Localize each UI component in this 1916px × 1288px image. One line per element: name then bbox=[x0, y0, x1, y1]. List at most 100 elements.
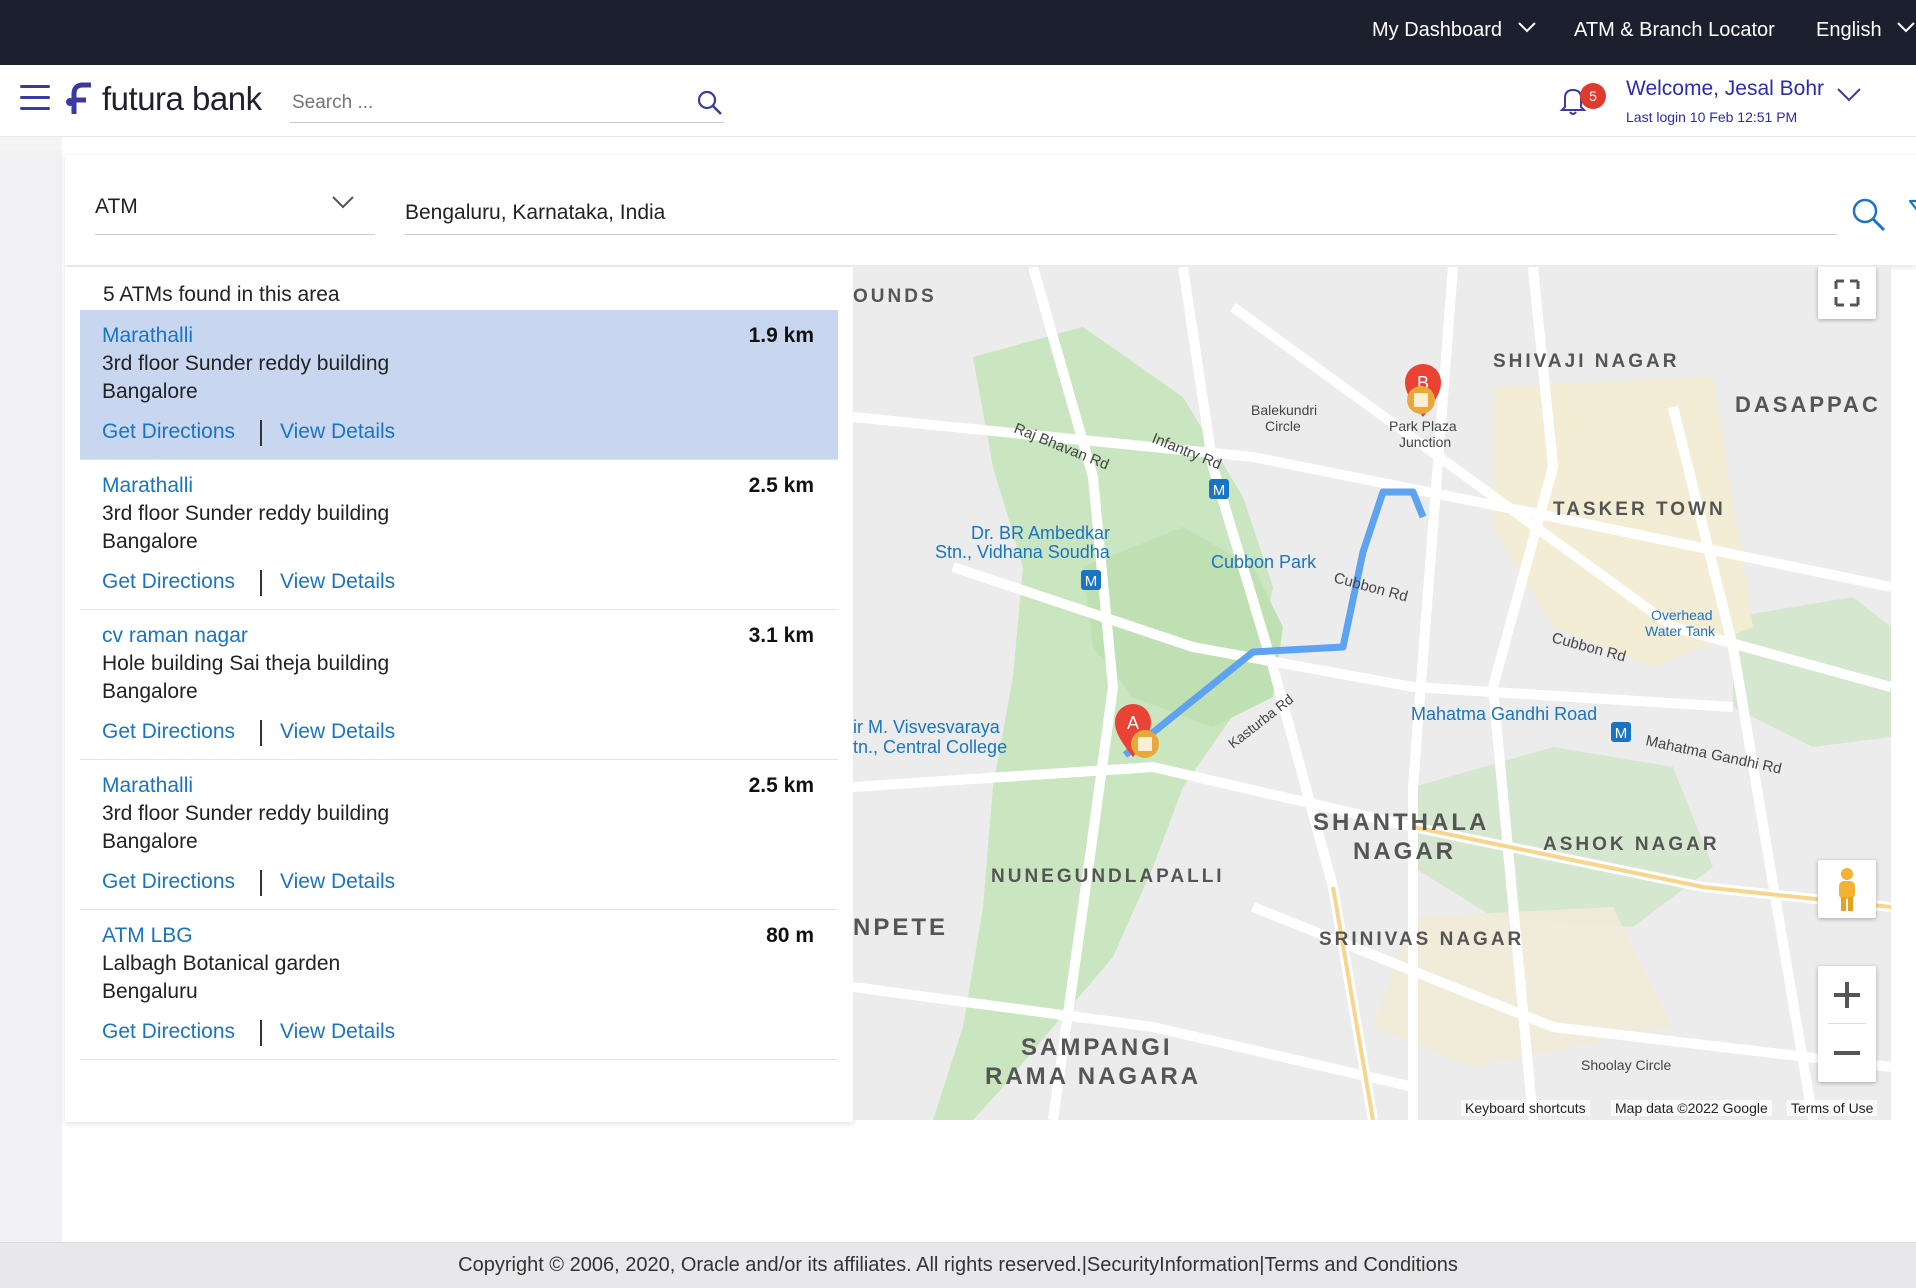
get-directions-link[interactable]: Get Directions bbox=[102, 570, 235, 594]
view-details-link[interactable]: View Details bbox=[280, 870, 395, 894]
location-type-value: ATM bbox=[95, 195, 138, 218]
svg-text:A: A bbox=[1127, 713, 1139, 733]
notification-count-badge: 5 bbox=[1580, 83, 1606, 109]
atm-name[interactable]: ATM LBG bbox=[102, 924, 193, 948]
map-label: Shoolay Circle bbox=[1581, 1057, 1671, 1073]
atm-name[interactable]: Marathalli bbox=[102, 474, 193, 498]
bank-poi-icon[interactable] bbox=[1131, 730, 1159, 758]
search-input[interactable] bbox=[290, 85, 670, 121]
map-label: DASAPPAC bbox=[1735, 392, 1881, 417]
atm-address-line1: 3rd floor Sunder reddy building bbox=[102, 802, 390, 825]
top-bar: My Dashboard ATM & Branch Locator Englis… bbox=[0, 0, 1916, 65]
plus-icon bbox=[1834, 982, 1860, 1008]
location-type-select[interactable]: ATM bbox=[95, 185, 375, 235]
filter-icon[interactable] bbox=[1907, 197, 1916, 233]
view-details-link[interactable]: View Details bbox=[280, 1020, 395, 1044]
link-separator bbox=[260, 420, 262, 446]
left-gutter bbox=[0, 150, 62, 1242]
zoom-controls bbox=[1818, 966, 1876, 1082]
view-details-link[interactable]: View Details bbox=[280, 420, 395, 444]
page-footer: Copyright © 2006, 2020, Oracle and/or it… bbox=[0, 1242, 1916, 1288]
brand-logo[interactable]: futura bank bbox=[64, 79, 262, 119]
view-details-link[interactable]: View Details bbox=[280, 720, 395, 744]
atm-result-item[interactable]: cv raman nagar Hole building Sai theja b… bbox=[80, 610, 838, 760]
bank-poi-icon[interactable] bbox=[1407, 386, 1435, 414]
global-search bbox=[290, 85, 724, 123]
last-login-text: Last login 10 Feb 12:51 PM bbox=[1626, 109, 1798, 125]
atm-name[interactable]: Marathalli bbox=[102, 774, 193, 798]
atm-result-item[interactable]: Marathalli 3rd floor Sunder reddy buildi… bbox=[80, 310, 838, 460]
fullscreen-button[interactable] bbox=[1818, 267, 1876, 319]
map-label: Dr. BR Ambedkar bbox=[971, 523, 1110, 543]
brand-name: futura bank bbox=[102, 80, 262, 117]
map-data-attribution: Map data ©2022 Google bbox=[1611, 1100, 1772, 1116]
welcome-text[interactable]: Welcome, Jesal Bohr bbox=[1626, 77, 1824, 101]
atm-result-item[interactable]: Marathalli 3rd floor Sunder reddy buildi… bbox=[80, 460, 838, 610]
hamburger-menu-icon[interactable] bbox=[20, 85, 50, 113]
my-dashboard-label: My Dashboard bbox=[1372, 19, 1503, 41]
atm-address-line2: Bangalore bbox=[102, 830, 198, 853]
keyboard-shortcuts-link[interactable]: Keyboard shortcuts bbox=[1461, 1100, 1590, 1116]
link-separator bbox=[260, 720, 262, 746]
get-directions-link[interactable]: Get Directions bbox=[102, 720, 235, 744]
map-label: NPETE bbox=[853, 914, 948, 941]
metro-station-icon: M bbox=[1209, 479, 1229, 499]
chevron-down-icon bbox=[332, 196, 354, 209]
chevron-down-icon[interactable] bbox=[1836, 87, 1862, 103]
atm-result-item[interactable]: Marathalli 3rd floor Sunder reddy buildi… bbox=[80, 760, 838, 910]
map-label: Park Plaza bbox=[1389, 418, 1457, 434]
atm-address-line2: Bangalore bbox=[102, 380, 198, 403]
link-separator bbox=[260, 570, 262, 596]
get-directions-link[interactable]: Get Directions bbox=[102, 870, 235, 894]
get-directions-link[interactable]: Get Directions bbox=[102, 420, 235, 444]
language-menu[interactable]: English bbox=[1816, 0, 1915, 65]
map-label: Overhead bbox=[1651, 607, 1712, 623]
atm-result-item[interactable]: ATM LBG Lalbagh Botanical garden Bengalu… bbox=[80, 910, 838, 1060]
map-label: Stn., Vidhana Soudha bbox=[935, 542, 1111, 562]
atm-address-line1: 3rd floor Sunder reddy building bbox=[102, 352, 390, 375]
language-label: English bbox=[1816, 19, 1882, 41]
map-view[interactable]: A B M M M SHIVAJI NAGAR TASKER TOWN SHAN… bbox=[853, 267, 1891, 1120]
pegman-icon bbox=[1839, 868, 1855, 911]
map-label: NUNEGUNDLAPALLI bbox=[991, 866, 1225, 887]
svg-text:M: M bbox=[1615, 725, 1628, 742]
street-view-button[interactable] bbox=[1818, 860, 1876, 918]
search-icon[interactable] bbox=[696, 89, 724, 117]
results-panel: 5 ATMs found in this area Marathalli 3rd… bbox=[65, 267, 853, 1122]
map-label: RAMA NAGARA bbox=[985, 1063, 1201, 1090]
atm-distance: 1.9 km bbox=[748, 324, 814, 347]
futura-logo-icon bbox=[66, 82, 91, 114]
location-input[interactable]: Bengaluru, Karnataka, India bbox=[405, 191, 1837, 235]
zoom-in-button[interactable] bbox=[1818, 966, 1876, 1024]
map-label: Junction bbox=[1399, 434, 1451, 450]
minus-icon bbox=[1834, 1051, 1860, 1055]
atm-distance: 3.1 km bbox=[748, 624, 814, 647]
map-label: Mahatma Gandhi Road bbox=[1411, 704, 1597, 724]
atm-address-line2: Bangalore bbox=[102, 530, 198, 553]
terms-of-use-link[interactable]: Terms of Use bbox=[1787, 1100, 1878, 1116]
atm-name[interactable]: cv raman nagar bbox=[102, 624, 248, 648]
atm-distance: 2.5 km bbox=[748, 474, 814, 497]
search-icon[interactable] bbox=[1851, 197, 1887, 233]
map-label: SHANTHALA bbox=[1313, 809, 1489, 836]
atm-address-line2: Bengaluru bbox=[102, 980, 198, 1003]
atm-distance: 80 m bbox=[766, 924, 814, 947]
atm-address-line2: Bangalore bbox=[102, 680, 198, 703]
svg-text:M: M bbox=[1085, 573, 1098, 590]
map-label: Water Tank bbox=[1645, 623, 1716, 639]
atm-name[interactable]: Marathalli bbox=[102, 324, 193, 348]
map-label: tn., Central College bbox=[853, 737, 1007, 757]
atm-address-line1: Lalbagh Botanical garden bbox=[102, 952, 341, 975]
atm-address-line1: Hole building Sai theja building bbox=[102, 652, 390, 675]
fullscreen-icon bbox=[1834, 279, 1860, 307]
map-label: OUNDS bbox=[853, 286, 937, 307]
atm-branch-locator-link[interactable]: ATM & Branch Locator bbox=[1574, 0, 1775, 65]
map-label: Cubbon Park bbox=[1211, 552, 1317, 572]
map-label: SHIVAJI NAGAR bbox=[1493, 351, 1679, 372]
atm-address-line1: 3rd floor Sunder reddy building bbox=[102, 502, 390, 525]
my-dashboard-menu[interactable]: My Dashboard bbox=[1372, 0, 1536, 65]
view-details-link[interactable]: View Details bbox=[280, 570, 395, 594]
get-directions-link[interactable]: Get Directions bbox=[102, 1020, 235, 1044]
zoom-out-button[interactable] bbox=[1818, 1024, 1876, 1082]
map-label: NAGAR bbox=[1353, 838, 1456, 865]
